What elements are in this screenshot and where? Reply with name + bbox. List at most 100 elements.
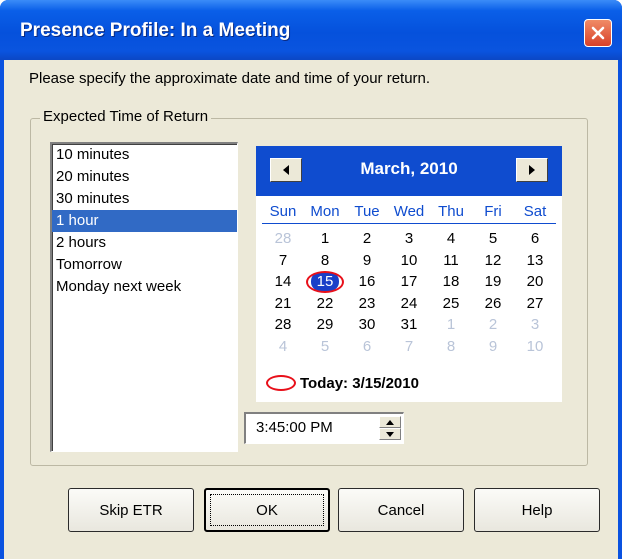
day-number: 16 [358,273,376,290]
calendar-day[interactable]: 26 [472,293,514,315]
help-button[interactable]: Help [474,488,600,532]
calendar-day[interactable]: 12 [472,250,514,272]
calendar-day[interactable]: 4 [262,336,304,358]
time-value[interactable]: 3:45:00 PM [256,419,333,436]
dialog-window: Presence Profile: In a Meeting Please sp… [0,0,622,559]
calendar-day[interactable]: 2 [346,228,388,250]
calendar-day[interactable]: 30 [346,314,388,336]
time-spinner[interactable] [379,416,401,440]
calendar-day-grid[interactable]: 28 1 2 3 4 5 6 7 8 9 10 11 12 13 14 15 16 17 18 19 20 21 22 23 2… [262,228,556,357]
day-number: 4 [446,230,456,247]
ok-button[interactable]: OK [204,488,330,532]
calendar-day[interactable]: 1 [304,228,346,250]
day-number: 1 [446,316,456,333]
list-item[interactable]: 30 minutes [52,188,237,210]
day-number: 17 [400,273,418,290]
calendar-day[interactable]: 1 [430,314,472,336]
title-bar[interactable]: Presence Profile: In a Meeting [0,0,622,60]
calendar-day[interactable]: 8 [430,336,472,358]
day-number: 18 [442,273,460,290]
day-number: 14 [274,273,292,290]
calendar-day[interactable]: 10 [388,250,430,272]
day-number: 28 [274,230,292,247]
day-number: 9 [362,251,372,269]
prev-month-button[interactable] [270,158,302,182]
calendar-day[interactable]: 9 [346,250,388,272]
month-calendar[interactable]: March, 2010 Sun Mon Tue Wed Thu Fri Sat 28 1 2 3 4… [256,146,562,402]
day-number: 31 [400,316,418,333]
calendar-header: March, 2010 [256,146,562,196]
calendar-day[interactable]: 21 [262,293,304,315]
calendar-day[interactable]: 2 [472,314,514,336]
calendar-day[interactable]: 7 [388,336,430,358]
calendar-day[interactable]: 3 [388,228,430,250]
triangle-left-icon [283,165,289,175]
weekday-label: Sat [523,203,547,220]
help-label: Help [521,501,553,519]
calendar-day[interactable]: 17 [388,271,430,293]
calendar-day[interactable]: 16 [346,271,388,293]
calendar-day[interactable]: 25 [430,293,472,315]
calendar-day[interactable]: 28 [262,314,304,336]
calendar-day[interactable]: 5 [304,336,346,358]
calendar-day[interactable]: 6 [346,336,388,358]
calendar-day[interactable]: 24 [388,293,430,315]
day-number: 8 [320,251,330,269]
instruction-text: Please specify the approximate date and … [29,70,431,87]
triangle-right-icon [529,165,535,175]
calendar-day[interactable]: 5 [472,228,514,250]
day-number: 19 [484,273,502,290]
calendar-day[interactable]: 8 [304,250,346,272]
calendar-day[interactable]: 22 [304,293,346,315]
time-up-button[interactable] [379,416,401,428]
day-number: 8 [446,337,456,355]
calendar-day[interactable]: 7 [262,250,304,272]
calendar-day[interactable]: 14 [262,271,304,293]
cancel-button[interactable]: Cancel [338,488,464,532]
day-number: 10 [400,251,418,269]
day-number: 21 [274,294,292,312]
calendar-day[interactable]: 27 [514,293,556,315]
calendar-day[interactable]: 23 [346,293,388,315]
day-number: 13 [526,251,544,269]
skip-etr-button[interactable]: Skip ETR [68,488,194,532]
close-button[interactable] [584,19,612,47]
list-item[interactable]: 1 hour [52,210,237,232]
time-picker[interactable]: 3:45:00 PM [244,412,404,444]
day-number: 2 [362,230,372,247]
day-number: 29 [316,316,334,333]
next-month-button[interactable] [516,158,548,182]
list-item[interactable]: 20 minutes [52,166,237,188]
day-number: 26 [484,294,502,312]
day-number: 25 [442,294,460,312]
today-link[interactable]: Today: 3/15/2010 [266,372,419,394]
calendar-day[interactable]: 29 [304,314,346,336]
calendar-day-selected[interactable]: 15 [304,270,346,293]
list-item[interactable]: Tomorrow [52,254,237,276]
day-number: 20 [526,273,544,290]
calendar-day[interactable]: 9 [472,336,514,358]
calendar-day[interactable]: 4 [430,228,472,250]
time-down-button[interactable] [379,428,401,440]
weekday-label: Wed [393,203,425,220]
calendar-day[interactable]: 11 [430,250,472,272]
day-number: 30 [358,316,376,333]
calendar-day[interactable]: 3 [514,314,556,336]
calendar-day[interactable]: 10 [514,336,556,358]
list-item[interactable]: Monday next week [52,276,237,298]
cancel-label: Cancel [377,501,425,519]
day-number: 7 [278,251,288,269]
calendar-day[interactable]: 20 [514,271,556,293]
calendar-day[interactable]: 28 [262,228,304,250]
return-options-list[interactable]: 10 minutes 20 minutes 30 minutes 1 hour 2 ho… [50,142,238,452]
focus-rect [210,494,324,526]
list-item[interactable]: 2 hours [52,232,237,254]
spin-down-icon [386,431,394,437]
calendar-day[interactable]: 19 [472,271,514,293]
day-number: 6 [530,230,540,247]
calendar-day[interactable]: 13 [514,250,556,272]
list-item[interactable]: 10 minutes [52,144,237,166]
calendar-day[interactable]: 6 [514,228,556,250]
calendar-day[interactable]: 18 [430,271,472,293]
calendar-day[interactable]: 31 [388,314,430,336]
